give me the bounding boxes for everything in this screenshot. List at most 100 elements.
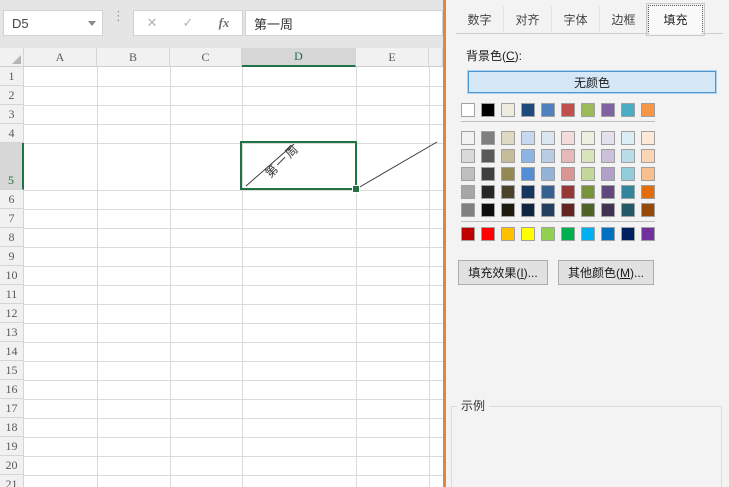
row-header-6[interactable]: 6: [0, 190, 24, 209]
color-swatch-E6B8B7[interactable]: [561, 149, 575, 163]
row-header-9[interactable]: 9: [0, 247, 24, 266]
enter-icon[interactable]: ✓: [175, 15, 201, 31]
color-swatch-F2DCDB[interactable]: [561, 131, 575, 145]
color-swatch-494429[interactable]: [501, 185, 515, 199]
color-swatch-B1A0C7[interactable]: [601, 167, 615, 181]
color-swatch-D8E4BC[interactable]: [581, 149, 595, 163]
color-swatch-0D0D0D[interactable]: [481, 203, 495, 217]
color-swatch-9BBB59[interactable]: [581, 103, 595, 117]
color-swatch-403151[interactable]: [601, 203, 615, 217]
color-swatch-4F6228[interactable]: [581, 203, 595, 217]
color-swatch-1D1B10[interactable]: [501, 203, 515, 217]
color-swatch-002060[interactable]: [621, 227, 635, 241]
row-header-3[interactable]: 3: [0, 105, 24, 124]
color-swatch-4BACC6[interactable]: [621, 103, 635, 117]
insert-function-icon[interactable]: fx: [211, 15, 237, 31]
color-swatch-000000[interactable]: [481, 103, 495, 117]
color-swatch-595959[interactable]: [481, 149, 495, 163]
color-swatch-77933C[interactable]: [581, 185, 595, 199]
row-header-17[interactable]: 17: [0, 399, 24, 418]
color-swatch-366092[interactable]: [541, 185, 555, 199]
color-swatch-D9D9D9[interactable]: [461, 149, 475, 163]
formula-input[interactable]: 第一周: [245, 10, 443, 36]
color-swatch-E4DFEC[interactable]: [601, 131, 615, 145]
column-header-clipped[interactable]: [429, 48, 443, 67]
color-swatch-DCE6F1[interactable]: [541, 131, 555, 145]
color-swatch-404040[interactable]: [481, 167, 495, 181]
cancel-icon[interactable]: ✕: [139, 15, 165, 31]
color-swatch-EEECE1[interactable]: [501, 103, 515, 117]
color-swatch-548DD4[interactable]: [521, 167, 535, 181]
color-swatch-8DB4E2[interactable]: [521, 149, 535, 163]
color-swatch-D99694[interactable]: [561, 167, 575, 181]
row-header-18[interactable]: 18: [0, 418, 24, 437]
color-swatch-938953[interactable]: [501, 167, 515, 181]
name-box-dropdown-icon[interactable]: [88, 21, 96, 26]
color-swatch-17365D[interactable]: [521, 185, 535, 199]
color-swatch-0070C0[interactable]: [601, 227, 615, 241]
color-swatch-BFBFBF[interactable]: [461, 167, 475, 181]
color-swatch-1F497D[interactable]: [521, 103, 535, 117]
color-swatch-CCC0DA[interactable]: [601, 149, 615, 163]
color-swatch-E26B0A[interactable]: [641, 185, 655, 199]
color-swatch-FFC000[interactable]: [501, 227, 515, 241]
select-all-corner[interactable]: [0, 48, 24, 67]
row-header-2[interactable]: 2: [0, 86, 24, 105]
color-swatch-FF0000[interactable]: [481, 227, 495, 241]
row-header-21[interactable]: 21: [0, 475, 24, 487]
color-swatch-7F7F7F[interactable]: [481, 131, 495, 145]
row-header-13[interactable]: 13: [0, 323, 24, 342]
color-swatch-FABF8F[interactable]: [641, 167, 655, 181]
tab-边框[interactable]: 边框: [600, 6, 648, 33]
color-swatch-C4BD97[interactable]: [501, 149, 515, 163]
column-header-D[interactable]: D: [242, 48, 356, 67]
color-swatch-7030A0[interactable]: [641, 227, 655, 241]
color-swatch-215967[interactable]: [621, 203, 635, 217]
color-swatch-8064A2[interactable]: [601, 103, 615, 117]
color-swatch-A6A6A6[interactable]: [461, 185, 475, 199]
column-header-B[interactable]: B: [97, 48, 170, 67]
row-header-15[interactable]: 15: [0, 361, 24, 380]
color-swatch-FDE9D9[interactable]: [641, 131, 655, 145]
color-swatch-4F81BD[interactable]: [541, 103, 555, 117]
no-color-button[interactable]: 无颜色: [468, 71, 716, 93]
color-swatch-974706[interactable]: [641, 203, 655, 217]
color-swatch-EBF1DE[interactable]: [581, 131, 595, 145]
color-swatch-B8CCE4[interactable]: [541, 149, 555, 163]
color-swatch-FFFFFF[interactable]: [461, 103, 475, 117]
color-swatch-C4D79B[interactable]: [581, 167, 595, 181]
row-header-16[interactable]: 16: [0, 380, 24, 399]
row-header-14[interactable]: 14: [0, 342, 24, 361]
row-header-11[interactable]: 11: [0, 285, 24, 304]
row-header-19[interactable]: 19: [0, 437, 24, 456]
color-swatch-C00000[interactable]: [461, 227, 475, 241]
color-swatch-FCD5B4[interactable]: [641, 149, 655, 163]
color-swatch-C0504D[interactable]: [561, 103, 575, 117]
color-swatch-95B3D7[interactable]: [541, 167, 555, 181]
color-swatch-F79646[interactable]: [641, 103, 655, 117]
column-header-C[interactable]: C: [170, 48, 242, 67]
row-header-7[interactable]: 7: [0, 209, 24, 228]
row-header-10[interactable]: 10: [0, 266, 24, 285]
color-swatch-00B0F0[interactable]: [581, 227, 595, 241]
color-swatch-FFFF00[interactable]: [521, 227, 535, 241]
more-colors-button[interactable]: 其他颜色(M)...: [558, 260, 654, 285]
color-swatch-C6D9F1[interactable]: [521, 131, 535, 145]
formula-bar-drag-handle[interactable]: ⋮: [112, 12, 118, 19]
row-header-1[interactable]: 1: [0, 67, 24, 86]
name-box[interactable]: D5: [3, 10, 103, 36]
color-swatch-DDD9C3[interactable]: [501, 131, 515, 145]
color-swatch-632423[interactable]: [561, 203, 575, 217]
row-header-8[interactable]: 8: [0, 228, 24, 247]
color-swatch-244061[interactable]: [541, 203, 555, 217]
color-swatch-808080[interactable]: [461, 203, 475, 217]
color-swatch-92CDDC[interactable]: [621, 167, 635, 181]
tab-对齐[interactable]: 对齐: [504, 6, 552, 33]
color-swatch-00B050[interactable]: [561, 227, 575, 241]
column-header-A[interactable]: A: [24, 48, 97, 67]
row-header-5[interactable]: 5: [0, 143, 24, 190]
column-header-E[interactable]: E: [356, 48, 429, 67]
tab-数字[interactable]: 数字: [456, 6, 504, 33]
color-swatch-92D050[interactable]: [541, 227, 555, 241]
tab-字体[interactable]: 字体: [552, 6, 600, 33]
